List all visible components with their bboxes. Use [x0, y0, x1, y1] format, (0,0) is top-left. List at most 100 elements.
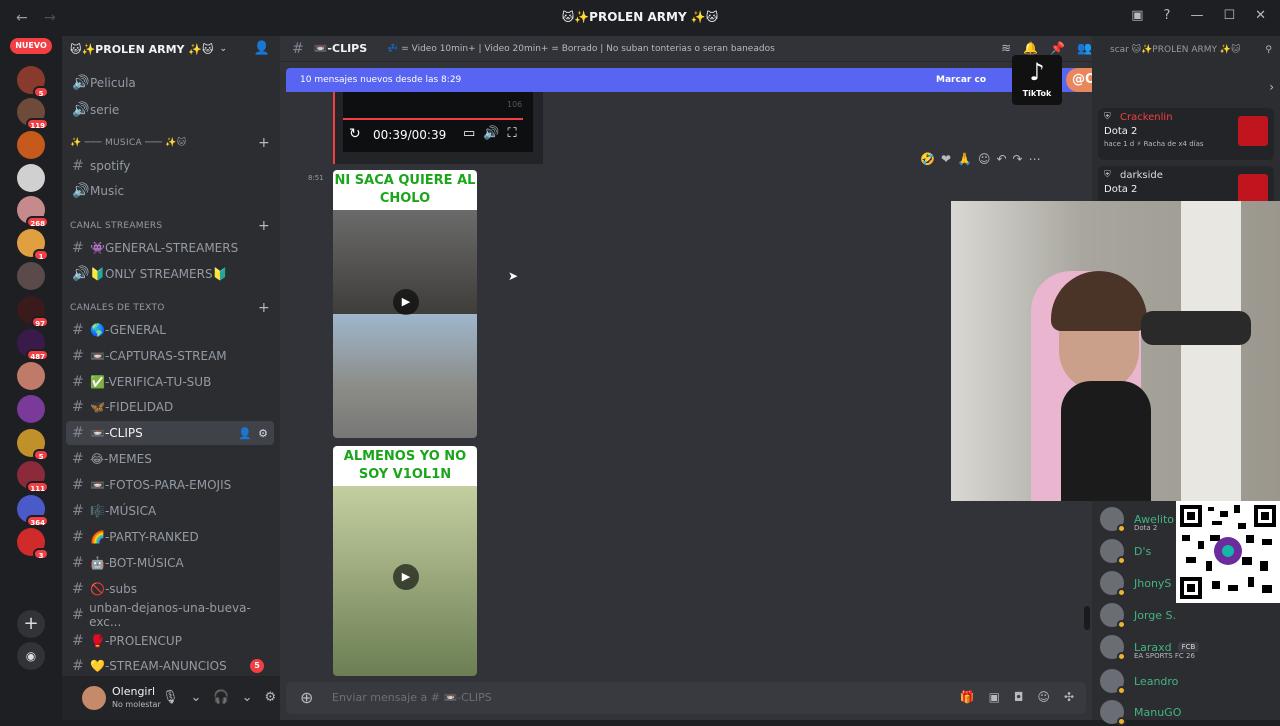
channel-item[interactable]: # 📼-CAPTURAS-STREAM: [66, 344, 274, 368]
gif-icon[interactable]: ▣: [989, 690, 1000, 704]
invite-icon[interactable]: 👤: [238, 427, 252, 440]
channel-item[interactable]: # 📼-CLIPS 👤 ⚙: [66, 421, 274, 445]
add-channel-icon[interactable]: +: [258, 218, 270, 234]
member-item[interactable]: JhonyS: [1100, 569, 1171, 597]
channel-item[interactable]: 🔊 Pelicula: [66, 71, 274, 95]
threads-icon[interactable]: ≋: [1001, 41, 1011, 55]
channel-item[interactable]: # 🎼-MÚSICA: [66, 499, 274, 523]
search-input[interactable]: scar 🐱✨PROLEN ARMY ✨🐱 ⚲: [1110, 40, 1280, 60]
member-item[interactable]: D's: [1100, 537, 1151, 565]
channel-item[interactable]: # 💛-STREAM-ANUNCIOS 5: [66, 654, 274, 678]
heart-icon[interactable]: ❤: [941, 152, 951, 166]
channel-category[interactable]: CANALES DE TEXTO +: [70, 300, 270, 316]
add-channel-icon[interactable]: +: [258, 135, 270, 151]
video-player[interactable]: 106 ↻ 00:39/00:39 ▭ 🔊 ⛶: [333, 92, 543, 164]
add-server-button[interactable]: +: [17, 610, 45, 638]
fullscreen-icon[interactable]: ⛶: [507, 126, 516, 141]
inbox-icon[interactable]: ▣: [1131, 8, 1143, 23]
settings-gear-icon[interactable]: ⚙: [258, 427, 268, 440]
discover-icon[interactable]: ◉: [17, 642, 45, 670]
channel-item[interactable]: # unban-dejanos-una-bueva-exc...: [66, 601, 274, 629]
channel-item[interactable]: # 🤖-BOT-MÚSICA: [66, 551, 274, 575]
activity-card[interactable]: ⛨ Crackenlin Dota 2 hace 1 d ⚡ Racha de …: [1098, 108, 1274, 160]
channel-item[interactable]: 🔊 serie: [66, 98, 274, 122]
channel-item[interactable]: # 😂-MEMES: [66, 447, 274, 471]
headphones-icon[interactable]: 🎧: [213, 690, 229, 705]
member-item[interactable]: Awelito Dota 2: [1100, 505, 1174, 533]
pin-icon[interactable]: 📌: [1050, 41, 1065, 55]
channel-item[interactable]: # spotify: [66, 154, 274, 178]
play-icon[interactable]: ▶: [393, 289, 419, 315]
channel-item[interactable]: # ✅-VERIFICA-TU-SUB: [66, 370, 274, 394]
server-icon[interactable]: 97: [17, 296, 49, 328]
settings-gear-icon[interactable]: ⚙: [265, 690, 277, 705]
add-channel-icon[interactable]: +: [258, 300, 270, 316]
new-messages-bar[interactable]: 10 mensajes nuevos desde las 8:29 Marcar…: [286, 68, 1086, 92]
server-icon[interactable]: 5: [17, 429, 49, 461]
channel-item[interactable]: # 🌎-GENERAL: [66, 318, 274, 342]
server-icon[interactable]: 268: [17, 196, 49, 228]
server-icon[interactable]: [17, 362, 45, 390]
channel-topic[interactable]: 💤 = Video 10min+ | Video 20min+ = Borrad…: [387, 44, 775, 54]
server-icon[interactable]: 3: [17, 528, 49, 560]
picture-in-picture-icon[interactable]: ▭: [463, 126, 475, 141]
notification-bell-icon[interactable]: 🔔: [1023, 41, 1038, 55]
mark-read-button[interactable]: Marcar co: [936, 75, 986, 85]
video-attachment[interactable]: NI SACA QUIERE AL CHOLO ▶: [333, 170, 477, 438]
channel-category[interactable]: ✨ ─── MUSICA ─── ✨🐱 +: [70, 135, 270, 151]
member-item[interactable]: Jorge S.: [1100, 601, 1176, 629]
message-input[interactable]: ⊕ Enviar mensaje a # 📼-CLIPS 🎁 ▣ ◘ ☺ ✣: [286, 682, 1086, 714]
server-icon[interactable]: [17, 164, 45, 192]
microphone-icon[interactable]: 🎙: [162, 690, 179, 705]
emoji-icon[interactable]: ☺: [1037, 690, 1050, 704]
reply-icon[interactable]: ↶: [996, 152, 1006, 166]
channel-item[interactable]: 🔊 Music: [66, 179, 274, 203]
volume-icon[interactable]: 🔊: [483, 126, 499, 141]
close-icon[interactable]: ✕: [1255, 8, 1266, 23]
chevron-right-icon[interactable]: ›: [1269, 80, 1274, 94]
sticker-icon[interactable]: ◘: [1014, 690, 1024, 704]
server-icon[interactable]: 119: [17, 98, 49, 130]
member-item[interactable]: Leandro: [1100, 667, 1178, 695]
gift-icon[interactable]: 🎁: [960, 690, 975, 704]
pray-emoji-icon[interactable]: 🙏: [957, 152, 972, 166]
channel-item[interactable]: 🔊 🔰ONLY STREAMERS🔰: [66, 262, 274, 286]
forward-icon[interactable]: ↷: [1013, 152, 1023, 166]
member-list-icon[interactable]: 👥: [1077, 41, 1092, 55]
avatar[interactable]: [82, 686, 106, 710]
server-icon[interactable]: 111: [17, 461, 49, 493]
server-icon[interactable]: 1: [17, 229, 49, 261]
channel-item[interactable]: # 🚫-subs: [66, 577, 274, 601]
channel-item[interactable]: # 📼-FOTOS-PARA-EMOJIS: [66, 473, 274, 497]
channel-item[interactable]: # 🦋-FIDELIDAD: [66, 395, 274, 419]
channel-item[interactable]: # 🥊-PROLENCUP: [66, 629, 274, 653]
server-icon[interactable]: 487: [17, 329, 49, 361]
channel-item[interactable]: # 🌈-PARTY-RANKED: [66, 525, 274, 549]
add-attachment-icon[interactable]: ⊕: [300, 688, 313, 707]
channel-item[interactable]: # 👾GENERAL-STREAMERS: [66, 236, 274, 260]
play-icon[interactable]: ▶: [393, 564, 419, 590]
server-icon[interactable]: 364: [17, 495, 49, 527]
replay-icon[interactable]: ↻: [349, 126, 361, 142]
member-item[interactable]: ManuGO: [1100, 698, 1181, 726]
server-icon[interactable]: [17, 131, 45, 159]
channel-category[interactable]: CANAL STREAMERS +: [70, 218, 270, 234]
more-options-icon[interactable]: ⋯: [1029, 152, 1041, 166]
chevron-down-icon[interactable]: ⌄: [242, 690, 253, 705]
invite-icon[interactable]: 👤: [254, 41, 270, 56]
member-item[interactable]: Laraxd FCB EA SPORTS FC 26: [1100, 633, 1200, 661]
server-icon[interactable]: [17, 262, 45, 290]
laughing-emoji-icon[interactable]: 🤣: [920, 152, 935, 166]
server-header[interactable]: 🐱✨PROLEN ARMY ✨🐱 ⌄ 👤: [62, 36, 280, 62]
help-icon[interactable]: ?: [1164, 8, 1171, 23]
maximize-icon[interactable]: ☐: [1223, 8, 1235, 23]
add-reaction-icon[interactable]: ☺: [978, 152, 991, 166]
scrollbar[interactable]: [1084, 606, 1090, 630]
server-icon[interactable]: [17, 395, 45, 423]
video-progress-bar[interactable]: [343, 118, 523, 120]
chevron-down-icon[interactable]: ⌄: [191, 690, 202, 705]
apps-icon[interactable]: ✣: [1064, 690, 1074, 704]
video-attachment[interactable]: ALMENOS YO NO SOY V1OL1N ▶: [333, 446, 477, 676]
server-icon[interactable]: 5: [17, 66, 49, 98]
minimize-icon[interactable]: —: [1190, 8, 1203, 23]
